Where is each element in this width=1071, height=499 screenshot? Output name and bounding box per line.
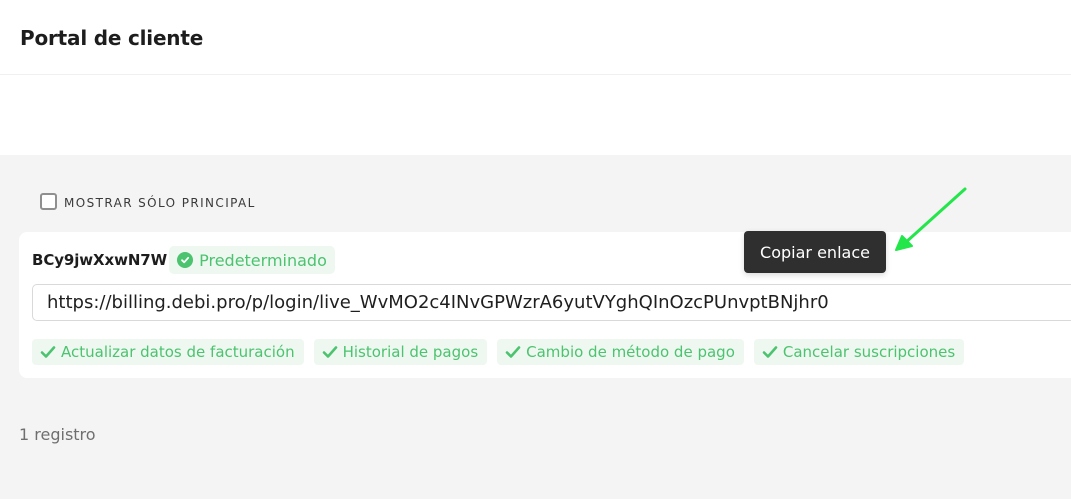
default-badge-label: Predeterminado <box>199 250 327 270</box>
page-title: Portal de cliente <box>20 26 204 50</box>
feature-label: Cancelar suscripciones <box>782 343 956 361</box>
show-only-primary-filter[interactable]: MOSTRAR SÓLO PRINCIPAL <box>40 193 256 210</box>
copy-link-tooltip: Copiar enlace <box>744 231 886 273</box>
feature-label: Cambio de método de pago <box>526 343 735 361</box>
feature-list: Actualizar datos de facturación Historia… <box>32 339 965 365</box>
feature-label: Historial de pagos <box>342 343 479 361</box>
show-only-primary-label: MOSTRAR SÓLO PRINCIPAL <box>64 195 256 210</box>
page-header: Portal de cliente <box>0 0 1071 75</box>
check-icon <box>505 346 521 358</box>
show-only-primary-checkbox[interactable] <box>40 193 57 210</box>
check-icon <box>40 346 56 358</box>
feature-cancel-subscriptions: Cancelar suscripciones <box>753 339 965 365</box>
portal-url-field[interactable] <box>32 284 1071 321</box>
feature-update-billing: Actualizar datos de facturación <box>32 339 304 365</box>
portal-card-header: BCy9jwXxwN7W Predeterminado <box>32 246 335 274</box>
check-icon <box>762 346 778 358</box>
feature-payment-history: Historial de pagos <box>313 339 488 365</box>
check-icon <box>322 346 337 358</box>
portal-id: BCy9jwXxwN7W <box>32 251 168 269</box>
default-badge: Predeterminado <box>169 246 335 274</box>
portal-card: BCy9jwXxwN7W Predeterminado Actualizar d… <box>19 232 1071 378</box>
feature-label: Actualizar datos de facturación <box>61 343 295 361</box>
feature-change-payment-method: Cambio de método de pago <box>497 339 744 365</box>
record-count: 1 registro <box>19 425 96 444</box>
check-circle-icon <box>177 252 194 268</box>
content-area: MOSTRAR SÓLO PRINCIPAL BCy9jwXxwN7W Pred… <box>0 155 1071 499</box>
